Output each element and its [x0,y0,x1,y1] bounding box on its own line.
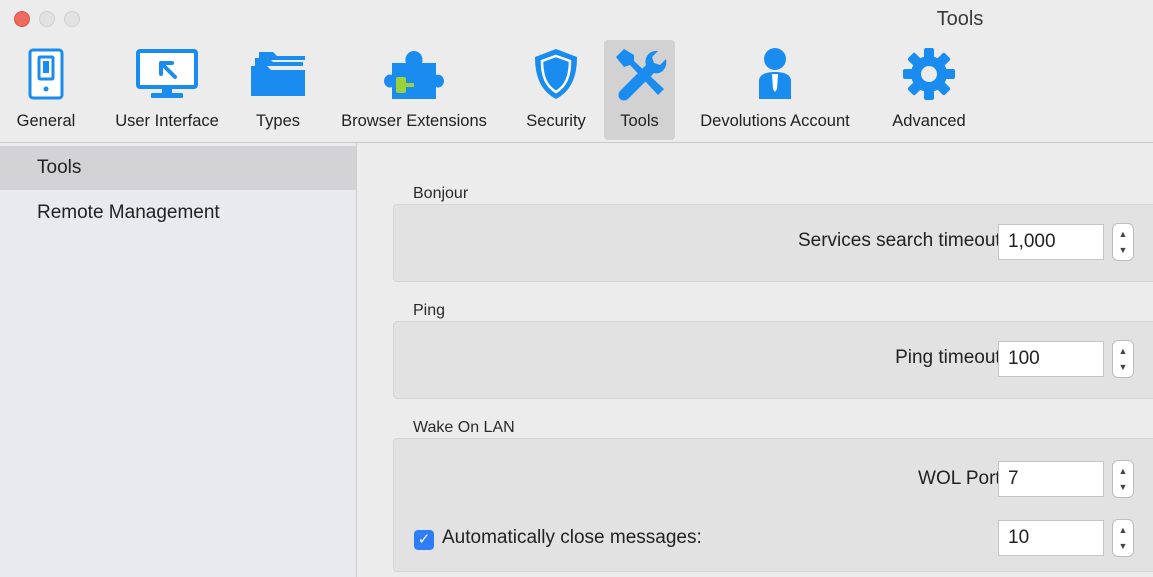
ping-timeout-label: Ping timeout: [895,347,1006,368]
toolbar-item-user-interface[interactable]: User Interface [96,40,238,140]
toolbar-item-devolutions-account[interactable]: Devolutions Account [680,40,870,140]
auto-close-messages-checkbox[interactable]: ✓ [414,530,434,550]
toolbar-label: Devolutions Account [700,112,850,130]
switch-icon [4,46,88,102]
services-search-timeout-stepper[interactable]: ▲ ▼ [1112,223,1134,261]
stepper-down-icon[interactable]: ▼ [1113,358,1133,376]
checkmark-icon: ✓ [417,531,431,548]
ping-group-box: Ping timeout: 100 ▲ ▼ [393,321,1153,399]
stepper-down-icon[interactable]: ▼ [1113,478,1133,496]
group-title-ping: Ping [413,302,446,319]
sidebar-item-tools[interactable]: Tools [0,146,356,190]
folders-icon [244,46,312,102]
toolbar-label: General [16,112,76,130]
toolbar-item-types[interactable]: Types [244,40,312,140]
toolbar-item-browser-extensions[interactable]: Browser Extensions [318,40,510,140]
ping-timeout-input[interactable]: 100 [998,341,1104,377]
toolbar-label: Advanced [892,112,966,130]
zoom-window-button[interactable] [64,11,80,27]
sidebar: Tools Remote Management [0,143,357,577]
services-search-timeout-input[interactable]: 1,000 [998,224,1104,260]
wol-port-stepper[interactable]: ▲ ▼ [1112,460,1134,498]
services-search-timeout-label: Services search timeout: [797,230,1006,251]
person-icon [680,46,870,102]
title-bar: Tools [0,0,1153,40]
toolbar-label: Browser Extensions [341,112,487,130]
tools-settings-panel: Bonjour Services search timeout: 1,000 ▲… [357,143,1153,577]
wol-port-label: WOL Port: [918,468,1006,489]
monitor-icon [96,46,238,102]
toolbar-item-security[interactable]: Security [514,40,598,140]
tools-icon [604,46,675,102]
group-title-wake-on-lan: Wake On LAN [413,419,515,436]
window-title: Tools [936,8,984,30]
stepper-down-icon[interactable]: ▼ [1113,537,1133,555]
auto-close-messages-input[interactable]: 10 [998,520,1104,556]
toolbar-label: User Interface [115,112,219,130]
ping-timeout-stepper[interactable]: ▲ ▼ [1112,340,1134,378]
gear-icon [872,46,986,102]
wol-port-input[interactable]: 7 [998,461,1104,497]
toolbar-item-advanced[interactable]: Advanced [872,40,986,140]
auto-close-messages-label: Automatically close messages: [442,527,702,548]
group-title-bonjour: Bonjour [413,185,469,202]
toolbar-label: Tools [620,112,659,130]
puzzle-icon [318,46,510,102]
wake-on-lan-group-box: WOL Port: 7 ▲ ▼ ✓ Automatically close me… [393,438,1153,572]
toolbar-item-tools[interactable]: Tools [604,40,675,140]
toolbar-label: Types [255,112,301,130]
close-window-button[interactable] [14,11,30,27]
minimize-window-button[interactable] [39,11,55,27]
auto-close-messages-stepper[interactable]: ▲ ▼ [1112,519,1134,557]
toolbar-label: Security [526,112,586,130]
sidebar-item-remote-management[interactable]: Remote Management [0,191,356,235]
preferences-toolbar: General User Interface Types Browser Ext… [0,40,1153,143]
shield-icon [514,46,598,102]
toolbar-item-general[interactable]: General [4,40,88,140]
bonjour-group-box: Services search timeout: 1,000 ▲ ▼ [393,204,1153,282]
stepper-down-icon[interactable]: ▼ [1113,241,1133,259]
